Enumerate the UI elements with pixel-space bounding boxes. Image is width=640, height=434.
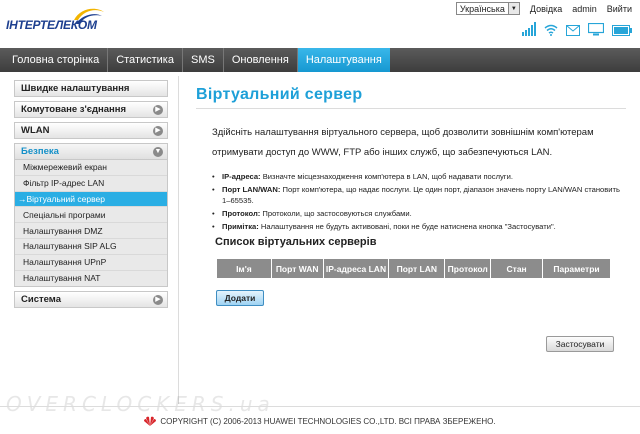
column-header-lan-port: Порт LAN [388, 258, 446, 279]
chevron-right-icon: ▶ [153, 104, 163, 115]
logout-link[interactable]: Вийти [607, 4, 632, 14]
sidebar-item-label: Комутоване з'єднання [21, 104, 127, 115]
sidebar-subitem-dmz[interactable]: Налаштування DMZ [15, 223, 167, 239]
help-link[interactable]: Довідка [530, 4, 562, 14]
top-links: Українська ▼ Довідка admin Вийти [455, 2, 632, 15]
sidebar-subitem-sip-alg[interactable]: Налаштування SIP ALG [15, 239, 167, 255]
nav-sms[interactable]: SMS [183, 48, 224, 72]
email-icon[interactable] [566, 25, 580, 36]
nav-home[interactable]: Головна сторінка [4, 48, 109, 72]
add-button[interactable]: Додати [216, 290, 264, 306]
column-header-options: Параметри [542, 258, 611, 279]
nav-statistics[interactable]: Статистика [108, 48, 183, 72]
note-item: Протокол: Протоколи, що застосовуються с… [212, 208, 628, 219]
chevron-down-icon: ▼ [153, 146, 163, 157]
sidebar-subitem-upnp[interactable]: Налаштування UPnP [15, 255, 167, 271]
language-value: Українська [459, 3, 505, 14]
note-term: Протокол: [222, 209, 261, 218]
status-icons [522, 22, 632, 36]
apply-button[interactable]: Застосувати [546, 336, 614, 352]
copyright-text: COPYRIGHT (C) 2006-2013 HUAWEI TECHNOLOG… [160, 416, 496, 426]
sidebar-subitem-nat[interactable]: Налаштування NAT [15, 271, 167, 287]
note-text: Протоколи, що застосовуються службами. [260, 209, 412, 218]
sidebar-item-label: WLAN [21, 125, 50, 136]
title-divider [196, 108, 626, 109]
note-item: IP-адреса: Визначте місцезнаходження ком… [212, 171, 628, 182]
sidebar-item-label: Система [21, 294, 61, 306]
intro-text: Здійсніть налаштування віртуального серв… [212, 127, 594, 158]
note-item: Порт LAN/WAN: Порт комп'ютера, що надає … [212, 184, 628, 206]
virtual-server-list-title: Список віртуальних серверів [215, 236, 377, 248]
sidebar: Швидке налаштування Комутоване з'єднання… [14, 80, 168, 312]
logo-swoosh-icon [74, 8, 104, 24]
sidebar-divider [178, 76, 179, 404]
main-content: Віртуальний сервер Здійсніть налаштуванн… [196, 86, 628, 352]
note-term: Порт LAN/WAN: [222, 185, 281, 194]
chevron-right-icon: ▶ [153, 294, 163, 305]
note-term: IP-адреса: [222, 172, 261, 181]
sidebar-item-label: Безпека [21, 146, 59, 157]
sidebar-subitem-virtual-server[interactable]: →Віртуальний сервер [15, 191, 167, 208]
column-header-lan-ip: IP-адреса LAN [322, 258, 390, 279]
chevron-right-icon: ▶ [153, 125, 163, 136]
brand-logo[interactable]: ІНТЕРТЕЛЕКОМ [6, 6, 126, 38]
footer-divider [0, 406, 640, 407]
sidebar-item-dialup[interactable]: Комутоване з'єднання ▶ [14, 101, 168, 118]
sidebar-item-system[interactable]: Система ▶ [14, 291, 168, 309]
notes-list: IP-адреса: Визначте місцезнаходження ком… [196, 171, 628, 232]
sidebar-subitem-firewall[interactable]: Міжмережевий екран [15, 160, 167, 176]
nav-update[interactable]: Оновлення [224, 48, 298, 72]
column-header-name: Ім'я [216, 258, 272, 279]
battery-icon [612, 25, 632, 36]
header: ІНТЕРТЕЛЕКОМ Українська ▼ Довідка admin … [0, 0, 640, 44]
nav-settings[interactable]: Налаштування [297, 48, 390, 72]
sidebar-subitem-lan-ip-filter[interactable]: Фільтр IP-адрес LAN [15, 176, 167, 192]
security-submenu: Міжмережевий екран Фільтр IP-адрес LAN →… [14, 160, 168, 288]
chevron-down-icon: ▼ [507, 3, 519, 14]
monitor-icon [588, 23, 604, 36]
column-header-protocol: Протокол [444, 258, 492, 279]
footer: COPYRIGHT (C) 2006-2013 HUAWEI TECHNOLOG… [0, 416, 640, 426]
sidebar-item-label: Швидке налаштування [21, 83, 130, 94]
column-header-status: Стан [490, 258, 544, 279]
note-text: Визначте місцезнаходження комп'ютера в L… [260, 172, 513, 181]
column-header-wan-port: Порт WAN [270, 258, 324, 279]
sidebar-item-security[interactable]: Безпека ▼ [14, 143, 168, 160]
note-term: Примітка: [222, 222, 259, 231]
sidebar-item-wlan[interactable]: WLAN ▶ [14, 122, 168, 139]
note-text: Налаштування не будуть активовані, поки … [258, 222, 556, 231]
sidebar-item-quick-setup[interactable]: Швидке налаштування [14, 80, 168, 97]
huawei-logo-icon [144, 416, 157, 426]
sidebar-subitem-special-apps[interactable]: Спеціальні програми [15, 207, 167, 224]
language-select[interactable]: Українська ▼ [455, 2, 520, 15]
wifi-icon [544, 24, 558, 36]
table-header-row: Ім'я Порт WAN IP-адреса LAN Порт LAN Про… [216, 258, 611, 279]
page-title: Віртуальний сервер [196, 86, 363, 103]
virtual-server-table: Ім'я Порт WAN IP-адреса LAN Порт LAN Про… [216, 258, 611, 279]
main-nav: Головна сторінка Статистика SMS Оновленн… [0, 48, 640, 72]
user-link[interactable]: admin [572, 4, 597, 14]
note-text: Порт комп'ютера, що надає послуги. Це од… [222, 185, 620, 205]
note-item: Примітка: Налаштування не будуть активов… [212, 221, 628, 232]
watermark: OVERCLOCKERS.ua [6, 392, 275, 416]
signal-strength-icon [522, 22, 536, 36]
